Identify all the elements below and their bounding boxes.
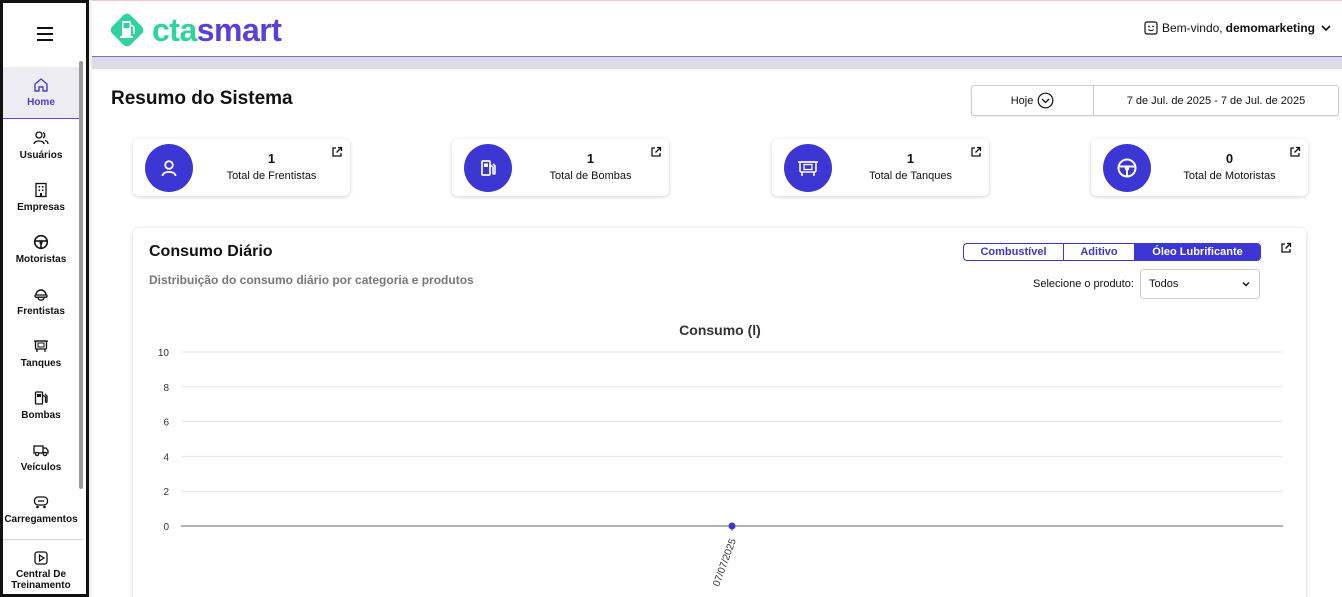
external-link-icon[interactable] — [331, 146, 343, 158]
y-tick-label: 8 — [163, 383, 169, 394]
building-icon — [35, 182, 47, 198]
stat-caption: Total de Motoristas — [1183, 170, 1276, 182]
sidebar-item-label: Central De — [15, 569, 66, 580]
helmet-icon — [34, 289, 48, 301]
chart-title: Consumo (l) — [679, 322, 761, 338]
users-icon — [33, 131, 49, 145]
external-link-icon[interactable] — [1289, 146, 1301, 158]
top-header: ctasmart Bem-vindo, demomarketing — [92, 0, 1342, 57]
sidebar-item-label: Veículos — [20, 462, 62, 473]
home-icon — [34, 78, 48, 92]
sidebar-item-usuarios[interactable]: Usuários — [3, 120, 79, 172]
sidebar-item-label: Bombas — [21, 410, 61, 421]
stat-caption: Total de Tanques — [869, 170, 952, 182]
data-point — [728, 522, 736, 530]
sidebar-item-motoristas[interactable]: Motoristas — [3, 224, 79, 276]
tank-icon — [798, 161, 818, 176]
y-tick-label: 4 — [163, 452, 169, 463]
sidebar-item-label: Tanques — [20, 358, 62, 369]
stat-value: 1 — [267, 151, 276, 166]
user-menu[interactable]: Bem-vindo, demomarketing — [1144, 21, 1332, 35]
page-title: Resumo do Sistema — [111, 88, 293, 109]
external-link-icon[interactable] — [970, 146, 982, 158]
sidebar-item-frentistas[interactable]: Frentistas — [3, 276, 79, 328]
hamburger-icon — [36, 27, 53, 41]
tanker-icon — [33, 496, 49, 509]
stat-icon-circle — [784, 144, 832, 192]
x-tick-label: 07/07/2025 — [711, 537, 739, 588]
sidebar-item-label: Treinamento — [11, 580, 71, 591]
sidebar-item-label: Home — [27, 97, 55, 108]
play-icon — [34, 551, 48, 565]
stat-value: 0 — [1225, 151, 1234, 166]
sidebar-item-home[interactable]: Home — [3, 67, 79, 119]
stat-card-motoristas: 0 Total de Motoristas — [1091, 139, 1308, 196]
sidebar: Home Usuários Empresas Motoristas Frenti… — [0, 0, 89, 597]
date-range-value[interactable]: 7 de Jul. de 2025 - 7 de Jul. de 2025 — [1094, 86, 1338, 115]
sidebar-item-empresas[interactable]: Empresas — [3, 172, 79, 224]
stat-card-tanques: 1 Total de Tanques — [772, 139, 989, 196]
logo[interactable]: ctasmart — [108, 11, 282, 49]
fuel-pump-icon — [34, 391, 48, 405]
y-tick-label: 10 — [158, 348, 170, 359]
date-range-picker: Hoje 7 de Jul. de 2025 - 7 de Jul. de 20… — [971, 85, 1339, 116]
sidebar-item-training[interactable]: Central De Treinamento — [3, 544, 79, 594]
stat-icon-circle — [464, 144, 512, 192]
sidebar-item-label: Empresas — [17, 202, 65, 213]
y-tick-label: 6 — [163, 418, 169, 429]
logo-icon — [110, 13, 144, 47]
y-tick-label: 2 — [163, 487, 169, 498]
sidebar-divider — [3, 539, 83, 540]
steering-wheel-icon — [1117, 158, 1137, 178]
header-band — [92, 57, 1342, 69]
sidebar-item-label: Carregamentos — [4, 514, 78, 525]
chevron-circle-down-icon — [1037, 92, 1054, 109]
sidebar-item-veiculos[interactable]: Veículos — [3, 432, 79, 484]
sidebar-item-label: Motoristas — [15, 254, 67, 265]
date-preset-dropdown[interactable]: Hoje — [972, 86, 1094, 115]
welcome-text: Bem-vindo, — [1161, 21, 1223, 35]
sidebar-item-label: Frentistas — [17, 306, 65, 317]
sidebar-item-label: Usuários — [19, 150, 63, 161]
stat-caption: Total de Bombas — [549, 170, 632, 182]
stat-icon-circle — [1103, 144, 1151, 192]
hamburger-menu-button[interactable] — [3, 3, 86, 65]
stat-icon-circle — [145, 144, 193, 192]
person-icon — [161, 160, 177, 177]
stat-card-frentistas: 1 Total de Frentistas — [133, 139, 350, 196]
stat-card-bombas: 1 Total de Bombas — [452, 139, 669, 196]
user-badge-icon — [1144, 21, 1158, 35]
truck-icon — [33, 445, 49, 457]
stat-value: 1 — [586, 151, 595, 166]
sidebar-item-bombas[interactable]: Bombas — [3, 380, 79, 432]
sidebar-item-tanques[interactable]: Tanques — [3, 328, 79, 380]
consumption-chart: Consumo (l) 10 8 6 4 2 0 07/07/2025 — [158, 322, 1283, 588]
fuel-pump-icon — [481, 160, 496, 176]
date-preset-value: Hoje — [1010, 94, 1034, 107]
steering-wheel-icon — [33, 234, 49, 250]
sidebar-item-carregamentos[interactable]: Carregamentos — [3, 484, 79, 536]
y-tick-label: 0 — [163, 522, 169, 533]
chevron-down-icon — [1321, 25, 1331, 32]
stat-caption: Total de Frentistas — [226, 170, 317, 182]
logo-text-smart: smart — [196, 12, 282, 48]
logo-text-cta: cta — [152, 12, 197, 48]
stat-value: 1 — [906, 151, 915, 166]
sidebar-scrollbar[interactable] — [79, 61, 83, 489]
external-link-icon[interactable] — [650, 146, 662, 158]
username: demomarketing — [1225, 21, 1315, 35]
tank-icon — [34, 340, 48, 352]
